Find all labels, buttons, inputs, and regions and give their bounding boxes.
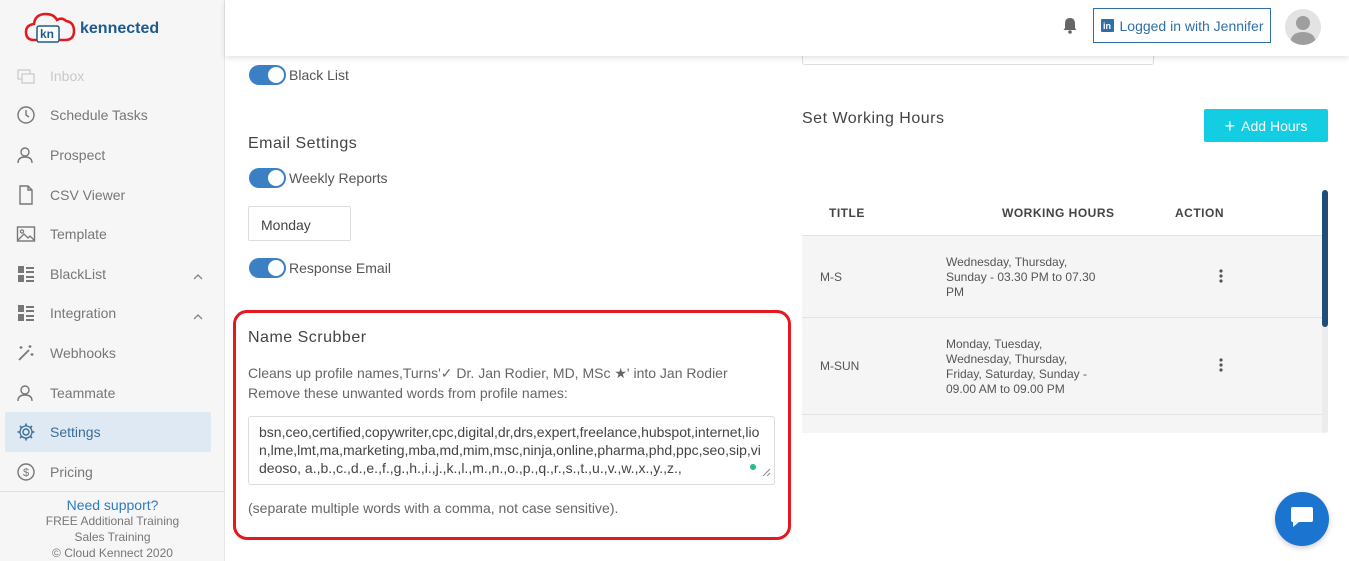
sidebar-item-schedule-tasks[interactable]: Schedule Tasks <box>0 96 225 136</box>
logged-in-linkedin-button[interactable]: in Logged in with Jennifer <box>1093 8 1271 43</box>
response-email-row: Response Email <box>249 258 391 278</box>
sidebar-item-csv-viewer[interactable]: CSV Viewer <box>0 175 225 215</box>
weekly-reports-row: Weekly Reports <box>249 168 388 188</box>
name-scrubber-description: Cleans up profile names,Turns'✓ Dr. Jan … <box>248 365 728 401</box>
row-hours: Wednesday, Thursday, Sunday - 03.30 PM t… <box>946 255 1096 299</box>
response-email-toggle[interactable] <box>249 258 286 278</box>
add-hours-label: Add Hours <box>1241 117 1308 134</box>
chat-button[interactable] <box>1275 492 1329 546</box>
chevron-up-icon[interactable] <box>193 268 203 284</box>
user-icon <box>16 145 36 165</box>
sidebar-item-integration[interactable]: Integration <box>0 294 225 334</box>
dollar-icon: $ <box>16 462 36 482</box>
support-section: Need support? FREE Additional Training S… <box>0 491 225 561</box>
svg-text:$: $ <box>23 467 29 479</box>
sidebar-item-inbox[interactable]: Inbox <box>0 56 225 96</box>
response-email-label: Response Email <box>289 260 391 276</box>
sidebar-item-label: Integration <box>50 305 117 322</box>
sidebar-item-label: CSV Viewer <box>50 186 126 203</box>
gear-icon <box>16 422 36 442</box>
sidebar-nav: Inbox Schedule Tasks Prospect CSV Viewer… <box>0 56 225 492</box>
sidebar-item-blacklist[interactable]: BlackList <box>0 254 225 294</box>
sidebar-item-settings[interactable]: Settings <box>5 412 211 452</box>
copyright: © Cloud Kennect 2020 <box>52 546 173 560</box>
sidebar-item-label: Webhooks <box>50 344 116 361</box>
column-header-action: ACTION <box>1175 206 1224 220</box>
image-icon <box>16 224 36 244</box>
list-icon <box>16 264 36 284</box>
table-row: M-S Wednesday, Thursday, Sunday - 03.30 … <box>802 236 1323 318</box>
row-hours: Monday, Tuesday, Wednesday, Thursday, Fr… <box>946 337 1087 396</box>
weekly-day-select[interactable]: Monday <box>248 206 351 241</box>
inbox-icon <box>16 66 36 86</box>
logo-mark: kn <box>40 27 55 41</box>
table-row: M-SUN Monday, Tuesday, Wednesday, Thursd… <box>802 318 1323 415</box>
name-scrubber-title: Name Scrubber <box>248 329 367 346</box>
logo[interactable]: kn kennected <box>24 10 159 44</box>
top-header: in Logged in with Jennifer <box>225 0 1349 56</box>
column-header-title: TITLE <box>829 206 865 220</box>
name-scrubber-note: (separate multiple words with a comma, n… <box>248 500 619 516</box>
name-scrubber-words: bsn,ceo,certified,copywriter,cpc,digital… <box>259 424 761 476</box>
chat-icon <box>1289 506 1315 533</box>
logged-in-label: Logged in with Jennifer <box>1119 17 1264 34</box>
list-icon <box>16 303 36 323</box>
black-list-row: Black List <box>249 65 349 85</box>
name-scrubber-textarea[interactable]: bsn,ceo,certified,copywriter,cpc,digital… <box>248 416 775 485</box>
brand-name: kennected <box>80 20 160 37</box>
free-training-link[interactable]: FREE Additional Training <box>0 513 225 529</box>
sidebar-item-label: Prospect <box>50 146 106 163</box>
bell-icon[interactable] <box>1063 16 1077 39</box>
avatar[interactable] <box>1285 9 1321 45</box>
sidebar: kn kennected Inbox Schedule Tasks Prospe… <box>0 0 225 561</box>
black-list-toggle[interactable] <box>249 65 286 85</box>
sidebar-item-template[interactable]: Template <box>0 214 225 254</box>
weekly-reports-toggle[interactable] <box>249 168 286 188</box>
black-list-label: Black List <box>289 67 349 83</box>
linkedin-icon: in <box>1100 19 1114 32</box>
plus-icon: + <box>1224 115 1236 136</box>
more-vertical-icon[interactable] <box>1219 358 1223 377</box>
file-icon <box>16 184 36 205</box>
need-support-link[interactable]: Need support? <box>0 497 225 513</box>
working-hours-title: Set Working Hours <box>802 110 945 127</box>
sidebar-item-label: Schedule Tasks <box>50 107 148 124</box>
email-settings-title: Email Settings <box>248 135 358 152</box>
weekly-reports-label: Weekly Reports <box>289 170 388 186</box>
sales-training-link[interactable]: Sales Training <box>0 529 225 545</box>
table-scrollbar-thumb[interactable] <box>1322 190 1328 327</box>
sidebar-item-label: Pricing <box>50 463 93 480</box>
sidebar-item-label: Template <box>50 226 107 243</box>
column-header-working-hours: WORKING HOURS <box>1002 206 1115 220</box>
sidebar-item-teammate[interactable]: Teammate <box>0 373 225 413</box>
row-title: M-SUN <box>820 359 860 373</box>
row-title: M-S <box>820 270 842 284</box>
sidebar-item-label: BlackList <box>50 265 107 282</box>
cloud-logo-icon: kn <box>24 10 76 44</box>
more-vertical-icon[interactable] <box>1219 269 1223 288</box>
resize-grip-icon[interactable] <box>762 463 771 481</box>
grammar-dot-icon[interactable] <box>750 464 756 470</box>
table-row <box>802 415 1323 433</box>
sidebar-item-prospect[interactable]: Prospect <box>0 135 225 175</box>
clock-icon <box>16 105 36 125</box>
sidebar-item-pricing[interactable]: $ Pricing <box>0 452 225 492</box>
add-hours-button[interactable]: + Add Hours <box>1204 109 1328 142</box>
magic-wand-icon <box>16 343 36 363</box>
sidebar-item-label: Inbox <box>50 67 85 84</box>
user-icon <box>16 383 36 403</box>
chevron-up-icon[interactable] <box>193 308 203 324</box>
sidebar-item-label: Teammate <box>50 384 116 401</box>
working-hours-table: TITLE WORKING HOURS ACTION M-S Wednesday… <box>802 190 1323 433</box>
sidebar-item-webhooks[interactable]: Webhooks <box>0 333 225 373</box>
sidebar-item-label: Settings <box>50 424 101 441</box>
